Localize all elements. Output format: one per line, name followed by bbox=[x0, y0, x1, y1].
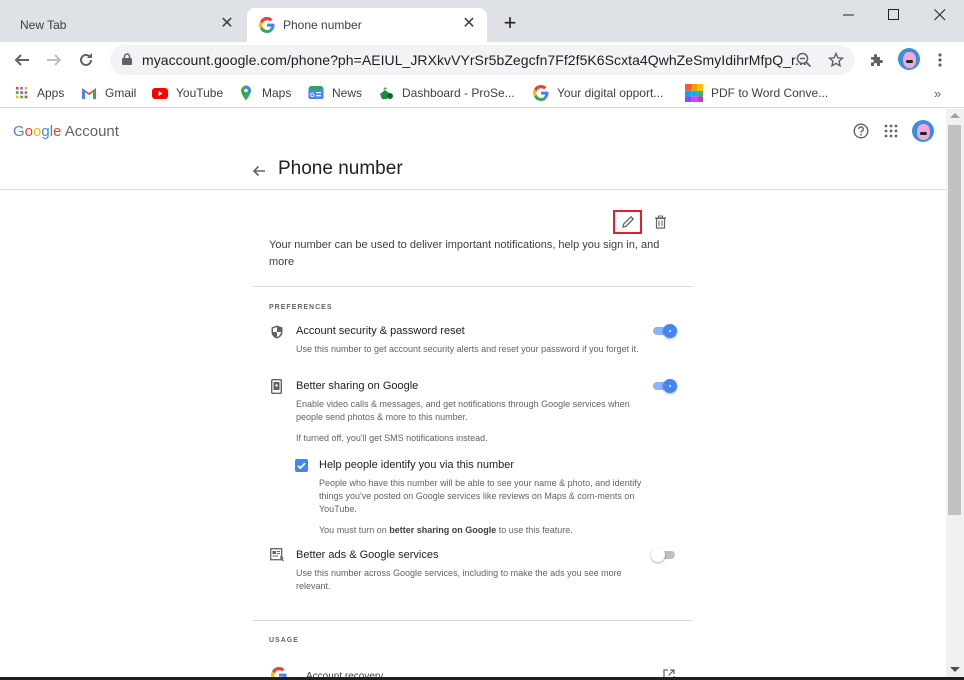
bookmark-label: Apps bbox=[37, 86, 65, 100]
bookmark-gmail[interactable]: Gmail bbox=[81, 83, 136, 103]
logo-account-text: Account bbox=[64, 123, 119, 140]
item-title: Better ads & Google services bbox=[296, 549, 439, 561]
bookmarks-overflow-button[interactable]: » bbox=[934, 83, 941, 103]
vertical-scrollbar[interactable] bbox=[946, 109, 964, 680]
maximize-icon bbox=[888, 9, 899, 20]
sub-option-note: You must turn on better sharing on Googl… bbox=[319, 525, 573, 535]
bookmarks-bar: Apps Gmail YouTube Maps G News Dashboard… bbox=[0, 78, 964, 108]
bookmark-dashboard[interactable]: Dashboard - ProSe... bbox=[378, 83, 515, 103]
bookmark-label: Gmail bbox=[105, 86, 137, 100]
phone-device-icon bbox=[271, 379, 282, 394]
edit-button-highlight[interactable] bbox=[613, 210, 642, 234]
item-description: Enable video calls & messages, and get n… bbox=[296, 399, 630, 422]
bookmark-digital-opportunity[interactable]: Your digital opport... bbox=[533, 83, 663, 103]
checkmark-icon bbox=[297, 462, 306, 470]
bookmark-apps[interactable]: Apps bbox=[15, 83, 64, 103]
bookmark-label: Maps bbox=[262, 86, 292, 100]
ads-document-icon bbox=[270, 548, 284, 562]
item-description: Use this number across Google services, … bbox=[296, 568, 622, 591]
zoom-out-icon[interactable] bbox=[796, 52, 812, 68]
item-title: Account security & password reset bbox=[296, 325, 465, 337]
title-row: Phone number bbox=[0, 149, 946, 190]
lock-icon bbox=[122, 53, 132, 65]
tab-title: Phone number bbox=[283, 18, 362, 32]
youtube-icon bbox=[152, 88, 168, 99]
bookmark-news[interactable]: G News bbox=[308, 83, 362, 103]
url-text[interactable]: myaccount.google.com/phone?ph=AEIUL_JRXk… bbox=[142, 52, 807, 68]
delete-trash-icon[interactable] bbox=[654, 215, 667, 229]
page-title: Phone number bbox=[278, 158, 403, 179]
back-arrow-icon[interactable] bbox=[252, 164, 266, 178]
item-note: If turned off, you'll get SMS notificati… bbox=[296, 433, 488, 443]
bookmark-star-icon[interactable] bbox=[828, 52, 844, 68]
scroll-down-arrow-icon[interactable] bbox=[950, 667, 960, 672]
svg-text:G: G bbox=[310, 93, 315, 99]
bookmark-label: PDF to Word Conve... bbox=[711, 86, 829, 100]
account-security-toggle[interactable] bbox=[651, 324, 677, 338]
bookmark-label: News bbox=[332, 86, 363, 100]
dashboard-icon bbox=[380, 87, 393, 99]
bookmark-pdf-to-word[interactable]: PDF to Word Conve... bbox=[685, 83, 828, 103]
divider bbox=[253, 620, 693, 621]
maps-pin-icon bbox=[241, 85, 251, 101]
arrow-right-icon bbox=[47, 54, 62, 66]
tab-strip: New Tab ✕ Phone number ✕ + bbox=[0, 0, 964, 42]
close-window-button[interactable] bbox=[917, 2, 963, 28]
divider bbox=[253, 286, 693, 287]
close-tab-icon[interactable]: ✕ bbox=[461, 16, 477, 32]
page-content: Google Account Phone number Your number … bbox=[0, 109, 946, 680]
tab-phone-number[interactable]: Phone number ✕ bbox=[247, 8, 487, 42]
maximize-button[interactable] bbox=[871, 2, 917, 28]
apps-grid-icon bbox=[15, 86, 28, 99]
new-tab-button[interactable]: + bbox=[498, 12, 522, 36]
item-title: Better sharing on Google bbox=[296, 380, 419, 392]
browser-toolbar: myaccount.google.com/phone?ph=AEIUL_JRXk… bbox=[0, 42, 964, 78]
better-ads-toggle[interactable] bbox=[651, 548, 677, 562]
intro-text: Your number can be used to deliver impor… bbox=[269, 239, 660, 268]
gmail-icon bbox=[82, 88, 96, 99]
minimize-icon bbox=[843, 14, 854, 16]
better-sharing-toggle[interactable] bbox=[651, 379, 677, 393]
close-icon bbox=[934, 9, 946, 21]
menu-kebab-icon[interactable] bbox=[936, 52, 944, 68]
forward-button[interactable] bbox=[42, 48, 66, 72]
google-account-logo[interactable]: Google Account bbox=[13, 123, 119, 140]
account-avatar[interactable] bbox=[912, 120, 934, 142]
arrow-left-icon bbox=[14, 54, 29, 66]
google-g-icon bbox=[533, 85, 549, 101]
bookmark-maps[interactable]: Maps bbox=[238, 83, 291, 103]
bookmark-youtube[interactable]: YouTube bbox=[152, 83, 223, 103]
extensions-puzzle-icon[interactable] bbox=[869, 52, 885, 68]
back-button[interactable] bbox=[10, 48, 34, 72]
tab-new-tab[interactable]: New Tab ✕ bbox=[0, 8, 245, 42]
better-sharing-emphasis: better sharing on Google bbox=[389, 525, 497, 535]
close-tab-icon[interactable]: ✕ bbox=[219, 16, 235, 32]
sub-option-description: People who have this number will be able… bbox=[319, 478, 642, 514]
apps-grid-icon[interactable] bbox=[884, 124, 898, 138]
reload-icon bbox=[80, 53, 92, 66]
google-g-icon bbox=[259, 17, 275, 33]
tab-title: New Tab bbox=[20, 18, 67, 32]
preferences-label: PREFERENCES bbox=[269, 304, 333, 311]
item-description: Use this number to get account security … bbox=[296, 344, 639, 354]
bookmark-label: Your digital opport... bbox=[557, 86, 664, 100]
usage-label: USAGE bbox=[269, 637, 299, 644]
bookmark-label: Dashboard - ProSe... bbox=[402, 86, 515, 100]
address-bar[interactable]: myaccount.google.com/phone?ph=AEIUL_JRXk… bbox=[110, 45, 855, 75]
help-identify-checkbox[interactable] bbox=[295, 459, 308, 472]
reload-button[interactable] bbox=[74, 48, 98, 72]
shield-icon bbox=[271, 325, 283, 339]
minimize-button[interactable] bbox=[826, 2, 872, 28]
profile-avatar[interactable] bbox=[898, 48, 920, 70]
scroll-up-arrow-icon[interactable] bbox=[950, 113, 960, 118]
pdf-converter-icon bbox=[685, 84, 703, 102]
bookmark-label: YouTube bbox=[176, 86, 224, 100]
help-icon[interactable] bbox=[853, 123, 869, 139]
scrollbar-thumb[interactable] bbox=[948, 125, 961, 515]
sub-option-title: Help people identify you via this number bbox=[319, 459, 515, 471]
google-news-icon: G bbox=[308, 86, 324, 99]
